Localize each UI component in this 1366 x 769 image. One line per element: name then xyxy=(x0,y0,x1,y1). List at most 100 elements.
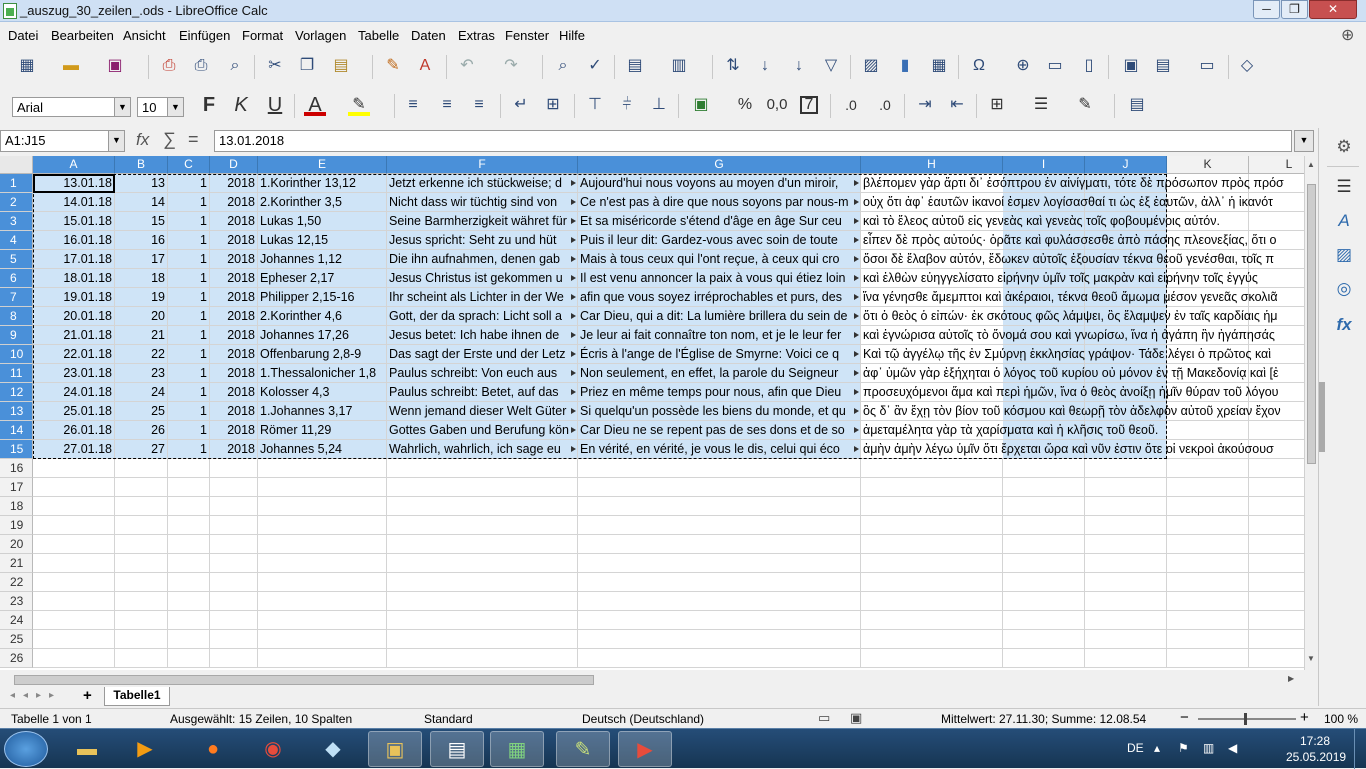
cell[interactable]: οὐχ ὅτι ἀφ᾽ ἑαυτῶν ἱκανοί ἐσμεν λογίσασθ… xyxy=(861,193,1304,212)
cell[interactable] xyxy=(861,478,1003,497)
cell[interactable]: 1 xyxy=(168,421,210,440)
column-header-i[interactable]: I xyxy=(1003,156,1085,174)
clear-formatting-icon[interactable]: A xyxy=(414,55,436,77)
cell[interactable]: 24.01.18 xyxy=(33,383,115,402)
cell[interactable] xyxy=(1085,459,1167,478)
cell[interactable]: 18 xyxy=(115,269,168,288)
cell[interactable]: Puis il leur dit: Gardez-vous avec soin … xyxy=(578,231,861,250)
cell[interactable] xyxy=(1003,573,1085,592)
cell[interactable]: 16 xyxy=(115,231,168,250)
cell[interactable] xyxy=(1003,554,1085,573)
zoom-out-icon[interactable]: − xyxy=(1180,709,1189,726)
align-bottom-icon[interactable]: ⊥ xyxy=(648,94,670,116)
cell[interactable] xyxy=(168,611,210,630)
cell[interactable] xyxy=(168,459,210,478)
cell[interactable]: 1 xyxy=(168,383,210,402)
cell[interactable]: 25.01.18 xyxy=(33,402,115,421)
borders-icon[interactable]: ⊞ xyxy=(986,94,1008,116)
cell[interactable]: προσευχόμενοι ἅμα καὶ περὶ ἡμῶν, ἵνα ὁ θ… xyxy=(861,383,1304,402)
cell[interactable] xyxy=(1249,649,1304,668)
cell[interactable] xyxy=(1085,497,1167,516)
cell[interactable]: 20 xyxy=(115,307,168,326)
cell[interactable] xyxy=(1003,516,1085,535)
cell[interactable] xyxy=(115,478,168,497)
cell[interactable]: Wenn jemand dieser Welt Güter xyxy=(387,402,578,421)
cell[interactable]: 1 xyxy=(168,193,210,212)
cell[interactable]: 1.Thessalonicher 1,8 xyxy=(258,364,387,383)
menu-fenster[interactable]: Fenster xyxy=(505,28,549,43)
cell[interactable] xyxy=(861,535,1003,554)
header-footer-icon[interactable]: ▯ xyxy=(1078,55,1100,77)
cell[interactable] xyxy=(210,592,258,611)
cell[interactable]: Non seulement, en effet, la parole du Se… xyxy=(578,364,861,383)
sum-icon[interactable]: ∑ xyxy=(163,129,176,150)
language-indicator[interactable]: DE xyxy=(1127,741,1144,755)
special-character-icon[interactable]: Ω xyxy=(968,55,990,77)
row-header[interactable]: 9 xyxy=(0,326,33,345)
row-header[interactable]: 22 xyxy=(0,573,33,592)
cell[interactable]: Lukas 12,15 xyxy=(258,231,387,250)
underline-icon[interactable]: U xyxy=(264,94,286,116)
cell[interactable]: 1 xyxy=(168,212,210,231)
copy-icon[interactable]: ❐ xyxy=(296,55,318,77)
bold-icon[interactable]: F xyxy=(198,94,220,116)
cell[interactable] xyxy=(387,554,578,573)
cell[interactable] xyxy=(210,478,258,497)
cell[interactable]: 18.01.18 xyxy=(33,269,115,288)
cell[interactable]: 2018 xyxy=(210,212,258,231)
cell[interactable] xyxy=(168,592,210,611)
cell[interactable]: Seine Barmherzigkeit währet für xyxy=(387,212,578,231)
new-document-icon[interactable]: ▦ xyxy=(16,55,38,77)
cell[interactable] xyxy=(1003,478,1085,497)
cell[interactable] xyxy=(1167,630,1249,649)
cell[interactable]: 2018 xyxy=(210,250,258,269)
cell[interactable]: Gott, der da sprach: Licht soll a xyxy=(387,307,578,326)
cell[interactable] xyxy=(578,497,861,516)
cell[interactable] xyxy=(1249,554,1304,573)
writer-icon[interactable]: ▤ xyxy=(430,731,484,767)
cell[interactable]: 2018 xyxy=(210,440,258,459)
sort-icon[interactable]: ⇅ xyxy=(722,55,744,77)
cell[interactable]: 1 xyxy=(168,307,210,326)
cell[interactable] xyxy=(578,630,861,649)
row-header[interactable]: 16 xyxy=(0,459,33,478)
cell[interactable]: Jesus Christus ist gekommen u xyxy=(387,269,578,288)
zoom-level[interactable]: 100 % xyxy=(1324,712,1358,726)
cell[interactable] xyxy=(1249,573,1304,592)
zoom-in-icon[interactable]: + xyxy=(1300,709,1309,726)
row-icon[interactable]: ▤ xyxy=(624,55,646,77)
cell[interactable]: 19.01.18 xyxy=(33,288,115,307)
cell[interactable] xyxy=(861,459,1003,478)
cell[interactable]: 2.Korinther 3,5 xyxy=(258,193,387,212)
cell[interactable]: 1 xyxy=(168,250,210,269)
row-header[interactable]: 7 xyxy=(0,288,33,307)
cell[interactable] xyxy=(258,459,387,478)
row-header[interactable]: 15 xyxy=(0,440,33,459)
cell[interactable] xyxy=(861,573,1003,592)
menu-extras[interactable]: Extras xyxy=(458,28,495,43)
cell[interactable]: Car Dieu ne se repent pas de ses dons et… xyxy=(578,421,861,440)
sidebar-collapse-handle[interactable] xyxy=(1319,382,1325,452)
cell[interactable] xyxy=(1167,478,1249,497)
cell[interactable]: 2.Korinther 4,6 xyxy=(258,307,387,326)
cell[interactable] xyxy=(258,611,387,630)
cell[interactable]: Wahrlich, wahrlich, ich sage eu xyxy=(387,440,578,459)
cell[interactable] xyxy=(1003,630,1085,649)
currency-format-icon[interactable]: ▣ xyxy=(690,94,712,116)
cell[interactable] xyxy=(861,516,1003,535)
cell[interactable]: 2018 xyxy=(210,174,258,193)
cell[interactable]: En vérité, en vérité, je vous le dis, ce… xyxy=(578,440,861,459)
cell[interactable]: 16.01.18 xyxy=(33,231,115,250)
menu-tabelle[interactable]: Tabelle xyxy=(358,28,399,43)
cell[interactable] xyxy=(210,497,258,516)
cell[interactable] xyxy=(861,649,1003,668)
cell[interactable] xyxy=(33,459,115,478)
cell[interactable]: ὅτι ὁ θεὸς ὁ εἰπών· ἐκ σκότους φῶς λάμψε… xyxy=(861,307,1304,326)
cell[interactable] xyxy=(168,573,210,592)
chrome-icon[interactable]: ◉ xyxy=(246,731,300,767)
cell[interactable] xyxy=(1003,592,1085,611)
scroll-up-icon[interactable]: ▲ xyxy=(1307,160,1316,172)
cell[interactable] xyxy=(1003,459,1085,478)
menu-format[interactable]: Format xyxy=(242,28,283,43)
cell[interactable]: 13 xyxy=(115,174,168,193)
